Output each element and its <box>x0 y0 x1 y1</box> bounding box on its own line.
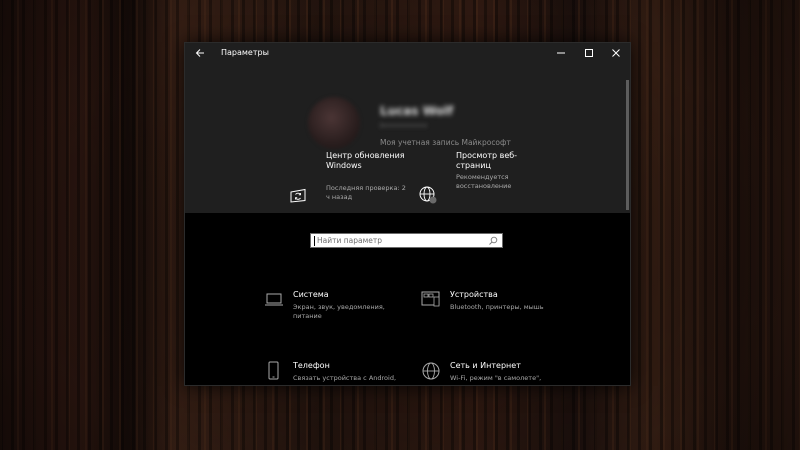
category-subtitle: Экран, звук, уведомления, питание <box>293 303 385 320</box>
category-phone[interactable]: Телефон Связать устройства с Android, <box>263 361 403 385</box>
close-icon[interactable] <box>609 46 623 60</box>
settings-window: Параметры Lucas Wolf l••••••••••• Моя уч… <box>184 42 631 386</box>
web-browsing-icon[interactable] <box>418 185 438 205</box>
search-icon[interactable] <box>488 236 498 246</box>
windows-update-icon[interactable] <box>288 185 308 205</box>
category-title: Телефон <box>293 361 330 370</box>
avatar <box>308 97 360 149</box>
category-title: Сеть и Интернет <box>450 361 521 370</box>
category-devices[interactable]: Устройства Bluetooth, принтеры, мышь <box>420 290 560 324</box>
laptop-icon <box>265 293 283 306</box>
category-title: Система <box>293 290 329 299</box>
scrollbar[interactable] <box>626 80 629 210</box>
category-subtitle: Связать устройства с Android, <box>293 374 397 382</box>
back-arrow-icon[interactable] <box>195 47 205 59</box>
windows-update-title[interactable]: Центр обновления Windows <box>326 151 406 171</box>
web-browsing-status: Рекомендуется восстановление <box>456 173 512 190</box>
devices-icon <box>421 291 440 307</box>
title-bar: Параметры <box>185 43 630 63</box>
account-name: Lucas Wolf <box>380 104 454 118</box>
category-network[interactable]: Сеть и Интернет Wi-Fi, режим "в самолете… <box>420 361 560 385</box>
text-cursor <box>314 236 315 246</box>
category-subtitle: Bluetooth, принтеры, мышь <box>450 303 544 311</box>
search-input[interactable]: Найти параметр <box>310 233 503 248</box>
window-title: Параметры <box>221 48 269 57</box>
account-email: l••••••••••• <box>380 122 428 130</box>
category-system[interactable]: Система Экран, звук, уведомления, питани… <box>263 290 403 324</box>
search-placeholder: Найти параметр <box>317 236 382 245</box>
microsoft-account-link[interactable]: Моя учетная запись Майкрософт <box>380 138 511 147</box>
web-browsing-title[interactable]: Просмотр веб-страниц <box>456 151 546 171</box>
category-subtitle: Wi-Fi, режим "в самолете", <box>450 374 542 382</box>
globe-icon <box>422 362 440 380</box>
windows-update-status: Последняя проверка: 2 ч назад <box>326 184 406 201</box>
account-header: Lucas Wolf l••••••••••• Моя учетная запи… <box>185 63 630 213</box>
maximize-icon[interactable] <box>582 46 596 60</box>
phone-icon <box>268 361 279 380</box>
minimize-icon[interactable] <box>554 46 568 60</box>
category-title: Устройства <box>450 290 498 299</box>
